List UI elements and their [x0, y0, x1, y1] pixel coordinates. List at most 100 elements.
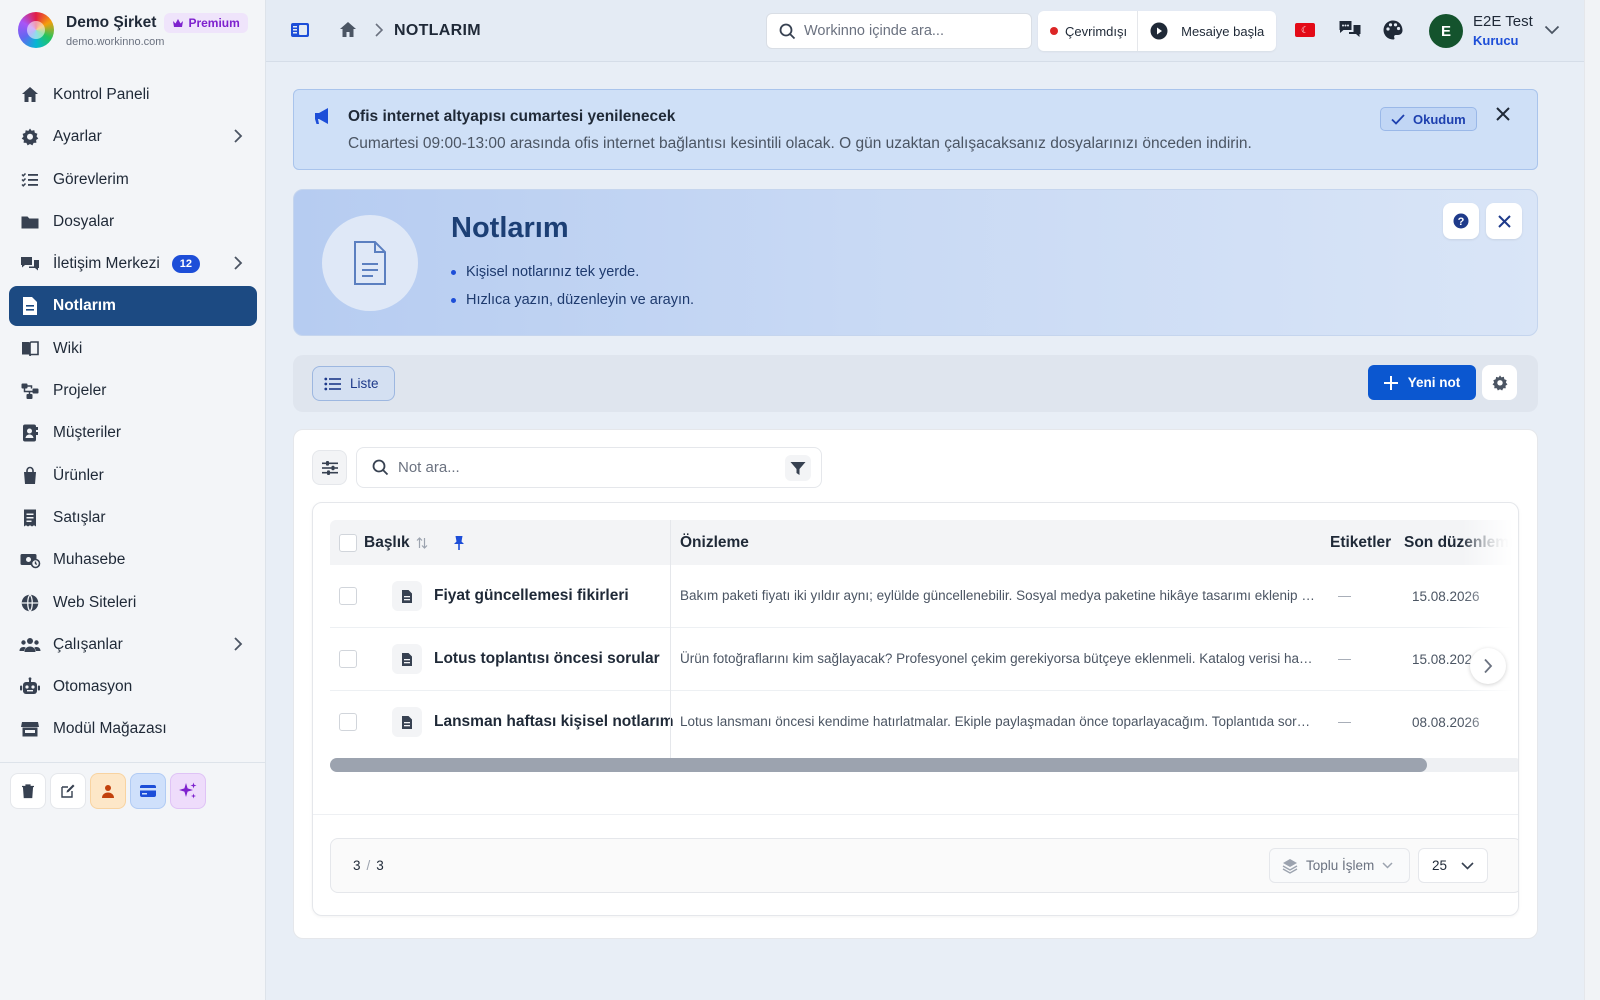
megaphone-icon — [315, 108, 328, 124]
presence-status[interactable]: Çevrimdışı — [1038, 11, 1139, 51]
sidebar-item-module-store[interactable]: Modül Mağazası — [9, 709, 257, 749]
svg-text:?: ? — [1458, 216, 1465, 228]
trash-button[interactable] — [10, 773, 46, 809]
profile-button[interactable] — [90, 773, 126, 809]
horizontal-scrollbar[interactable] — [330, 758, 1518, 772]
product-icon — [19, 465, 41, 487]
horizontal-scrollbar-thumb[interactable] — [330, 758, 1427, 772]
row-checkbox[interactable] — [339, 650, 357, 668]
sidebar-item-accounting[interactable]: Muhasebe — [9, 540, 257, 580]
palette-icon — [1383, 20, 1403, 40]
close-announcement-button[interactable] — [1496, 107, 1510, 121]
new-note-label: Yeni not — [1407, 375, 1461, 390]
sidebar-item-websites[interactable]: Web Siteleri — [9, 583, 257, 623]
sidebar-item-automation[interactable]: Otomasyon — [9, 667, 257, 707]
help-button[interactable]: ? — [1443, 203, 1479, 239]
row-checkbox[interactable] — [339, 713, 357, 731]
notes-table: Başlık Önizleme Etiketler Son düzenleme — [330, 520, 1518, 760]
trash-icon — [22, 784, 34, 799]
avatar[interactable]: E — [1429, 14, 1463, 48]
start-shift-button[interactable]: Mesaiye başla — [1138, 11, 1276, 51]
sidebar-item-products[interactable]: Ürünler — [9, 456, 257, 496]
close-hero-button[interactable] — [1486, 203, 1522, 239]
start-shift-label: Mesaiye başla — [1181, 23, 1265, 39]
col-tags-label: Etiketler — [1330, 533, 1392, 551]
brand[interactable]: Demo Şirket Premium demo.workinno.com — [18, 12, 248, 48]
sidebar-item-wiki[interactable]: Wiki — [9, 329, 257, 369]
note-search[interactable] — [356, 447, 822, 488]
document-icon — [402, 652, 412, 666]
note-title[interactable]: Fiyat güncellemesi fikirleri — [434, 587, 629, 605]
shift-status: Çevrimdışı Mesaiye başla — [1038, 11, 1277, 51]
chevron-down-icon[interactable] — [1544, 25, 1560, 35]
sidebar-item-label: Ayarlar — [53, 128, 102, 146]
chevron-down-icon — [1382, 862, 1393, 869]
premium-label: Premium — [188, 15, 240, 30]
list-view-button[interactable]: Liste — [312, 366, 395, 401]
layers-icon — [1282, 858, 1298, 874]
row-count: 3 / 3 — [353, 858, 384, 873]
table-row[interactable]: Lotus toplantısı öncesi sorular Ürün fot… — [330, 628, 1518, 691]
brand-logo — [18, 12, 54, 48]
page-vertical-scrollbar[interactable] — [1584, 0, 1600, 1000]
page-size-select[interactable]: 25 — [1418, 848, 1488, 883]
sidebar-item-projects[interactable]: Projeler — [9, 371, 257, 411]
messages-button[interactable] — [1338, 19, 1362, 41]
global-search-input[interactable] — [804, 23, 1004, 39]
sidebar-divider — [0, 762, 266, 763]
ai-assistant-button[interactable] — [170, 773, 206, 809]
sidebar-item-files[interactable]: Dosyalar — [9, 202, 257, 242]
row-checkbox[interactable] — [339, 587, 357, 605]
turkish-flag-icon[interactable]: ☾ — [1295, 23, 1315, 37]
col-title-header[interactable]: Başlık — [364, 520, 428, 565]
scroll-right-button[interactable] — [1470, 648, 1506, 684]
document-icon — [402, 589, 412, 603]
home-breadcrumb-button[interactable] — [338, 20, 358, 40]
new-note-button[interactable]: Yeni not — [1368, 365, 1476, 400]
table-row[interactable]: Lansman haftası kişisel notlarım Lotus l… — [330, 691, 1518, 754]
table-row[interactable]: Fiyat güncellemesi fikirleri Bakım paket… — [330, 565, 1518, 628]
sidebar-item-notes[interactable]: Notlarım — [9, 286, 257, 327]
home-icon — [19, 84, 41, 106]
sidebar-item-tasks[interactable]: Görevlerim — [9, 160, 257, 200]
mark-read-button[interactable]: Okudum — [1380, 107, 1477, 131]
global-search[interactable] — [766, 13, 1032, 49]
notes-settings-button[interactable] — [1482, 365, 1517, 400]
col-pin-header[interactable] — [453, 520, 465, 565]
sidebar-item-label: Muhasebe — [53, 551, 126, 569]
filter-button[interactable] — [785, 455, 811, 481]
col-preview-label: Önizleme — [680, 533, 749, 551]
note-title[interactable]: Lansman haftası kişisel notlarım — [434, 713, 673, 731]
billing-button[interactable] — [130, 773, 166, 809]
select-all-checkbox[interactable] — [339, 533, 357, 552]
sidebar: Demo Şirket Premium demo.workinno.com Ko… — [0, 0, 266, 1000]
sidebar-item-employees[interactable]: Çalışanlar — [9, 625, 257, 665]
credit-card-icon — [140, 785, 156, 797]
sidebar-item-settings[interactable]: Ayarlar — [9, 117, 257, 157]
edit-icon — [61, 784, 75, 798]
hero-bullet: Kişisel notlarınız tek yerde. — [451, 258, 694, 286]
receipt-icon — [19, 507, 41, 529]
sidebar-item-label: Müşteriler — [53, 424, 122, 442]
chat-bubbles-icon — [1339, 21, 1361, 37]
sidebar-item-dashboard[interactable]: Kontrol Paneli — [9, 75, 257, 115]
crown-icon — [173, 18, 184, 27]
theme-button[interactable] — [1382, 19, 1404, 41]
quick-note-button[interactable] — [50, 773, 86, 809]
sidebar-item-communication[interactable]: İletişim Merkezi 12 — [9, 244, 257, 284]
page-size-value: 25 — [1432, 858, 1448, 873]
col-updated-header[interactable]: Son düzenleme — [1404, 520, 1518, 565]
user-menu[interactable]: E2E Test Kurucu — [1473, 13, 1533, 48]
note-title[interactable]: Lotus toplantısı öncesi sorular — [434, 650, 660, 668]
presence-label: Çevrimdışı — [1065, 23, 1128, 39]
sidebar-toggle-button[interactable] — [290, 21, 310, 39]
main-content: Ofis internet altyapısı cumartesi yenile… — [266, 62, 1584, 1000]
bulk-actions-dropdown[interactable]: Toplu İşlem — [1269, 848, 1410, 883]
home-icon — [340, 22, 356, 37]
offline-dot-icon — [1050, 27, 1058, 35]
sidebar-item-sales[interactable]: Satışlar — [9, 498, 257, 538]
sidebar-item-label: Satışlar — [53, 508, 106, 526]
column-settings-button[interactable] — [312, 450, 347, 485]
note-search-input[interactable] — [398, 459, 758, 476]
sidebar-item-customers[interactable]: Müşteriler — [9, 413, 257, 453]
